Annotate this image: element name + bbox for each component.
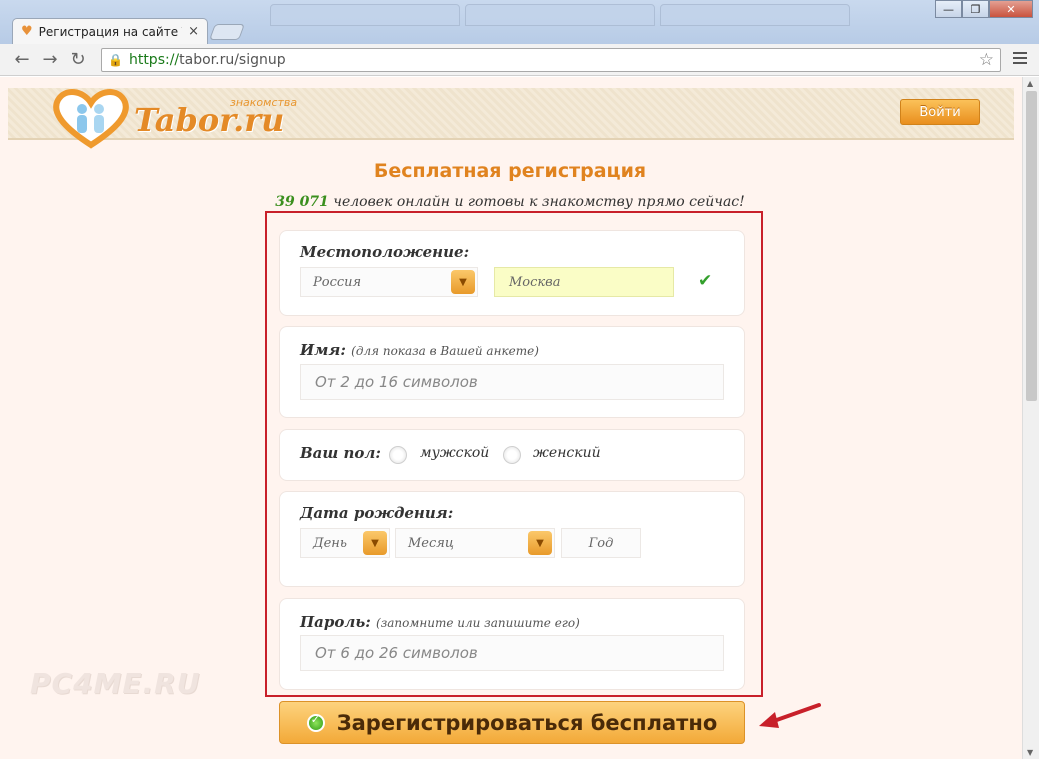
heart-logo-icon	[53, 89, 129, 149]
name-label: Имя:	[300, 341, 346, 359]
gender-female-label[interactable]: женский	[533, 445, 601, 461]
month-value: Месяц	[408, 535, 454, 551]
gender-male-label[interactable]: мужской	[420, 445, 489, 461]
location-card: Местоположение: Россия ▼ Москва ✔	[279, 230, 745, 316]
password-placeholder: От 6 до 26 символов	[315, 644, 478, 662]
city-input[interactable]: Москва	[494, 267, 674, 297]
birthdate-card: Дата рождения: День ▼ Месяц ▼ Год	[279, 491, 745, 587]
close-window-button[interactable]: ✕	[989, 0, 1033, 18]
day-select[interactable]: День ▼	[300, 528, 390, 558]
url-path: tabor.ru/signup	[179, 52, 286, 68]
back-arrow-icon[interactable]: ←	[8, 49, 36, 70]
scrollbar-thumb[interactable]	[1026, 91, 1037, 401]
url-scheme: https://	[128, 52, 180, 68]
vertical-scrollbar[interactable]: ▲ ▼	[1022, 77, 1039, 759]
year-input[interactable]: Год	[561, 528, 641, 558]
reload-icon[interactable]: ↻	[64, 49, 92, 70]
tab-close-icon[interactable]: ×	[188, 24, 199, 39]
gender-card: Ваш пол: мужской женский	[279, 429, 745, 481]
password-card: Пароль: (запомните или запишите его) От …	[279, 598, 745, 690]
favicon-heart-icon: ♥	[21, 24, 33, 39]
login-button[interactable]: Войти	[900, 99, 980, 125]
password-label-row: Пароль: (запомните или запишите его)	[300, 613, 580, 631]
country-value: Россия	[313, 274, 362, 290]
month-select[interactable]: Месяц ▼	[395, 528, 555, 558]
new-tab-button[interactable]	[209, 24, 245, 40]
lock-icon: 🔒	[108, 53, 123, 67]
register-button[interactable]: Зарегистрироваться бесплатно	[279, 701, 745, 744]
city-value: Москва	[509, 274, 561, 290]
background-tab[interactable]	[270, 4, 460, 26]
bookmark-star-icon[interactable]: ☆	[979, 50, 994, 70]
country-select[interactable]: Россия ▼	[300, 267, 478, 297]
register-button-label: Зарегистрироваться бесплатно	[336, 710, 718, 735]
day-value: День	[313, 535, 347, 551]
forward-arrow-icon[interactable]: →	[36, 49, 64, 70]
year-value: Год	[588, 535, 614, 551]
site-logo[interactable]: знакомства Tabor.ru	[50, 89, 297, 151]
tab-title: Регистрация на сайте Tab	[38, 24, 182, 39]
page-title: Бесплатная регистрация	[373, 160, 647, 182]
site-header: знакомства Tabor.ru Войти	[8, 88, 1014, 149]
gender-female-radio[interactable]	[503, 446, 521, 464]
name-hint: (для показа в Вашей анкете)	[351, 344, 539, 358]
name-placeholder: От 2 до 16 символов	[315, 373, 478, 391]
browser-toolbar: ← → ↻ 🔒 https://tabor.ru/signup ☆	[0, 44, 1039, 76]
password-label: Пароль:	[300, 613, 371, 631]
background-tab[interactable]	[660, 4, 850, 26]
online-count: 39 071	[275, 194, 329, 210]
valid-check-icon: ✔	[698, 271, 713, 291]
browser-titlebar: ♥ Регистрация на сайте Tab × — ❐ ✕	[0, 0, 1039, 44]
logo-wordmark: Tabor.ru	[134, 101, 285, 139]
chevron-down-icon[interactable]: ▼	[451, 270, 475, 294]
name-label-row: Имя: (для показа в Вашей анкете)	[300, 341, 539, 359]
password-input[interactable]: От 6 до 26 символов	[300, 635, 724, 671]
menu-icon[interactable]	[1013, 52, 1027, 67]
location-label: Местоположение:	[300, 243, 470, 261]
name-card: Имя: (для показа в Вашей анкете) От 2 до…	[279, 326, 745, 418]
chevron-down-icon[interactable]: ▼	[528, 531, 552, 555]
watermark: PC4ME.RU	[30, 667, 201, 700]
gender-label: Ваш пол:	[300, 444, 381, 462]
chevron-down-icon[interactable]: ▼	[363, 531, 387, 555]
address-bar[interactable]: 🔒 https://tabor.ru/signup ☆	[101, 48, 1001, 72]
maximize-button[interactable]: ❐	[962, 0, 989, 18]
background-tab[interactable]	[465, 4, 655, 26]
password-hint: (запомните или запишите его)	[376, 616, 580, 630]
scroll-down-icon[interactable]: ▼	[1027, 748, 1033, 757]
online-counter: 39 071 человек онлайн и готовы к знакомс…	[0, 194, 1020, 210]
scroll-up-icon[interactable]: ▲	[1027, 79, 1033, 88]
window-controls: — ❐ ✕	[935, 0, 1033, 18]
name-input[interactable]: От 2 до 16 символов	[300, 364, 724, 400]
gender-male-radio[interactable]	[389, 446, 407, 464]
annotation-arrow-icon	[759, 703, 821, 728]
minimize-button[interactable]: —	[935, 0, 962, 18]
birthdate-label: Дата рождения:	[300, 504, 454, 522]
online-text: человек онлайн и готовы к знакомству пря…	[333, 194, 745, 210]
page-viewport: знакомства Tabor.ru Войти Бесплатная рег…	[0, 77, 1039, 759]
check-circle-icon	[306, 713, 325, 732]
active-tab[interactable]: ♥ Регистрация на сайте Tab ×	[12, 18, 208, 44]
